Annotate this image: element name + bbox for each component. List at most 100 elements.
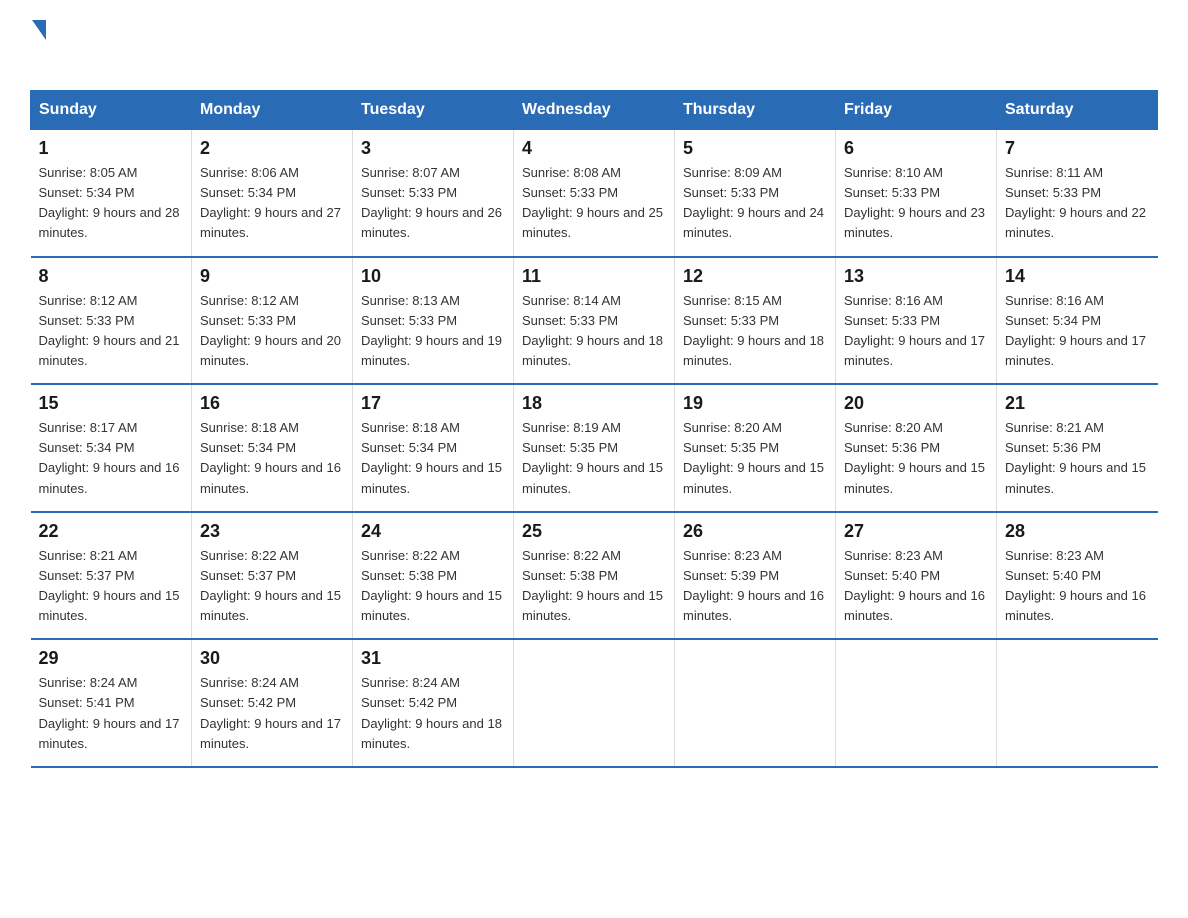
day-number: 21 [1005, 393, 1150, 414]
header-col-monday: Monday [192, 91, 353, 130]
day-number: 20 [844, 393, 988, 414]
day-number: 22 [39, 521, 184, 542]
day-number: 18 [522, 393, 666, 414]
calendar-cell: 13 Sunrise: 8:16 AMSunset: 5:33 PMDaylig… [836, 257, 997, 385]
calendar-cell [675, 639, 836, 767]
calendar-cell: 25 Sunrise: 8:22 AMSunset: 5:38 PMDaylig… [514, 512, 675, 640]
day-number: 11 [522, 266, 666, 287]
day-number: 9 [200, 266, 344, 287]
logo [30, 20, 48, 72]
header-col-saturday: Saturday [997, 91, 1158, 130]
calendar-cell: 15 Sunrise: 8:17 AMSunset: 5:34 PMDaylig… [31, 384, 192, 512]
day-info: Sunrise: 8:22 AMSunset: 5:38 PMDaylight:… [361, 546, 505, 627]
day-number: 13 [844, 266, 988, 287]
day-info: Sunrise: 8:23 AMSunset: 5:40 PMDaylight:… [844, 546, 988, 627]
day-info: Sunrise: 8:18 AMSunset: 5:34 PMDaylight:… [200, 418, 344, 499]
calendar-cell: 26 Sunrise: 8:23 AMSunset: 5:39 PMDaylig… [675, 512, 836, 640]
calendar-cell: 31 Sunrise: 8:24 AMSunset: 5:42 PMDaylig… [353, 639, 514, 767]
header-col-thursday: Thursday [675, 91, 836, 130]
day-info: Sunrise: 8:11 AMSunset: 5:33 PMDaylight:… [1005, 163, 1150, 244]
day-info: Sunrise: 8:22 AMSunset: 5:38 PMDaylight:… [522, 546, 666, 627]
day-info: Sunrise: 8:24 AMSunset: 5:42 PMDaylight:… [361, 673, 505, 754]
day-number: 12 [683, 266, 827, 287]
day-info: Sunrise: 8:06 AMSunset: 5:34 PMDaylight:… [200, 163, 344, 244]
calendar-cell: 8 Sunrise: 8:12 AMSunset: 5:33 PMDayligh… [31, 257, 192, 385]
day-number: 8 [39, 266, 184, 287]
day-info: Sunrise: 8:09 AMSunset: 5:33 PMDaylight:… [683, 163, 827, 244]
day-info: Sunrise: 8:07 AMSunset: 5:33 PMDaylight:… [361, 163, 505, 244]
day-number: 17 [361, 393, 505, 414]
calendar-cell: 24 Sunrise: 8:22 AMSunset: 5:38 PMDaylig… [353, 512, 514, 640]
day-number: 29 [39, 648, 184, 669]
day-number: 26 [683, 521, 827, 542]
header-col-friday: Friday [836, 91, 997, 130]
calendar-cell: 21 Sunrise: 8:21 AMSunset: 5:36 PMDaylig… [997, 384, 1158, 512]
day-number: 6 [844, 138, 988, 159]
day-info: Sunrise: 8:23 AMSunset: 5:39 PMDaylight:… [683, 546, 827, 627]
day-number: 4 [522, 138, 666, 159]
calendar-cell: 19 Sunrise: 8:20 AMSunset: 5:35 PMDaylig… [675, 384, 836, 512]
day-info: Sunrise: 8:12 AMSunset: 5:33 PMDaylight:… [200, 291, 344, 372]
day-info: Sunrise: 8:14 AMSunset: 5:33 PMDaylight:… [522, 291, 666, 372]
calendar-cell: 5 Sunrise: 8:09 AMSunset: 5:33 PMDayligh… [675, 130, 836, 257]
day-info: Sunrise: 8:23 AMSunset: 5:40 PMDaylight:… [1005, 546, 1150, 627]
logo-triangle-icon [32, 20, 46, 40]
calendar-week-row: 22 Sunrise: 8:21 AMSunset: 5:37 PMDaylig… [31, 512, 1158, 640]
calendar-week-row: 29 Sunrise: 8:24 AMSunset: 5:41 PMDaylig… [31, 639, 1158, 767]
calendar-cell: 4 Sunrise: 8:08 AMSunset: 5:33 PMDayligh… [514, 130, 675, 257]
calendar-cell: 6 Sunrise: 8:10 AMSunset: 5:33 PMDayligh… [836, 130, 997, 257]
day-info: Sunrise: 8:24 AMSunset: 5:41 PMDaylight:… [39, 673, 184, 754]
day-number: 30 [200, 648, 344, 669]
calendar-cell [514, 639, 675, 767]
day-info: Sunrise: 8:24 AMSunset: 5:42 PMDaylight:… [200, 673, 344, 754]
calendar-cell: 10 Sunrise: 8:13 AMSunset: 5:33 PMDaylig… [353, 257, 514, 385]
day-info: Sunrise: 8:21 AMSunset: 5:36 PMDaylight:… [1005, 418, 1150, 499]
calendar-cell: 11 Sunrise: 8:14 AMSunset: 5:33 PMDaylig… [514, 257, 675, 385]
day-number: 16 [200, 393, 344, 414]
calendar-cell: 3 Sunrise: 8:07 AMSunset: 5:33 PMDayligh… [353, 130, 514, 257]
day-info: Sunrise: 8:13 AMSunset: 5:33 PMDaylight:… [361, 291, 505, 372]
day-number: 3 [361, 138, 505, 159]
header-col-wednesday: Wednesday [514, 91, 675, 130]
calendar-cell: 22 Sunrise: 8:21 AMSunset: 5:37 PMDaylig… [31, 512, 192, 640]
day-number: 28 [1005, 521, 1150, 542]
day-number: 15 [39, 393, 184, 414]
day-info: Sunrise: 8:18 AMSunset: 5:34 PMDaylight:… [361, 418, 505, 499]
calendar-cell: 23 Sunrise: 8:22 AMSunset: 5:37 PMDaylig… [192, 512, 353, 640]
day-number: 7 [1005, 138, 1150, 159]
day-info: Sunrise: 8:16 AMSunset: 5:34 PMDaylight:… [1005, 291, 1150, 372]
day-info: Sunrise: 8:21 AMSunset: 5:37 PMDaylight:… [39, 546, 184, 627]
calendar-cell: 29 Sunrise: 8:24 AMSunset: 5:41 PMDaylig… [31, 639, 192, 767]
day-number: 31 [361, 648, 505, 669]
calendar-cell: 28 Sunrise: 8:23 AMSunset: 5:40 PMDaylig… [997, 512, 1158, 640]
calendar-cell: 30 Sunrise: 8:24 AMSunset: 5:42 PMDaylig… [192, 639, 353, 767]
calendar-cell: 9 Sunrise: 8:12 AMSunset: 5:33 PMDayligh… [192, 257, 353, 385]
day-number: 10 [361, 266, 505, 287]
header-col-tuesday: Tuesday [353, 91, 514, 130]
calendar-cell: 17 Sunrise: 8:18 AMSunset: 5:34 PMDaylig… [353, 384, 514, 512]
day-number: 25 [522, 521, 666, 542]
day-info: Sunrise: 8:12 AMSunset: 5:33 PMDaylight:… [39, 291, 184, 372]
day-number: 19 [683, 393, 827, 414]
day-number: 24 [361, 521, 505, 542]
day-number: 1 [39, 138, 184, 159]
day-info: Sunrise: 8:08 AMSunset: 5:33 PMDaylight:… [522, 163, 666, 244]
calendar-cell: 1 Sunrise: 8:05 AMSunset: 5:34 PMDayligh… [31, 130, 192, 257]
day-info: Sunrise: 8:15 AMSunset: 5:33 PMDaylight:… [683, 291, 827, 372]
calendar-cell: 18 Sunrise: 8:19 AMSunset: 5:35 PMDaylig… [514, 384, 675, 512]
day-info: Sunrise: 8:20 AMSunset: 5:35 PMDaylight:… [683, 418, 827, 499]
day-info: Sunrise: 8:16 AMSunset: 5:33 PMDaylight:… [844, 291, 988, 372]
header-col-sunday: Sunday [31, 91, 192, 130]
page-header [30, 20, 1158, 72]
calendar-cell [997, 639, 1158, 767]
calendar-cell [836, 639, 997, 767]
calendar-table: SundayMondayTuesdayWednesdayThursdayFrid… [30, 90, 1158, 768]
day-number: 14 [1005, 266, 1150, 287]
calendar-cell: 12 Sunrise: 8:15 AMSunset: 5:33 PMDaylig… [675, 257, 836, 385]
day-info: Sunrise: 8:17 AMSunset: 5:34 PMDaylight:… [39, 418, 184, 499]
calendar-week-row: 15 Sunrise: 8:17 AMSunset: 5:34 PMDaylig… [31, 384, 1158, 512]
calendar-cell: 14 Sunrise: 8:16 AMSunset: 5:34 PMDaylig… [997, 257, 1158, 385]
day-number: 5 [683, 138, 827, 159]
day-number: 23 [200, 521, 344, 542]
calendar-week-row: 8 Sunrise: 8:12 AMSunset: 5:33 PMDayligh… [31, 257, 1158, 385]
